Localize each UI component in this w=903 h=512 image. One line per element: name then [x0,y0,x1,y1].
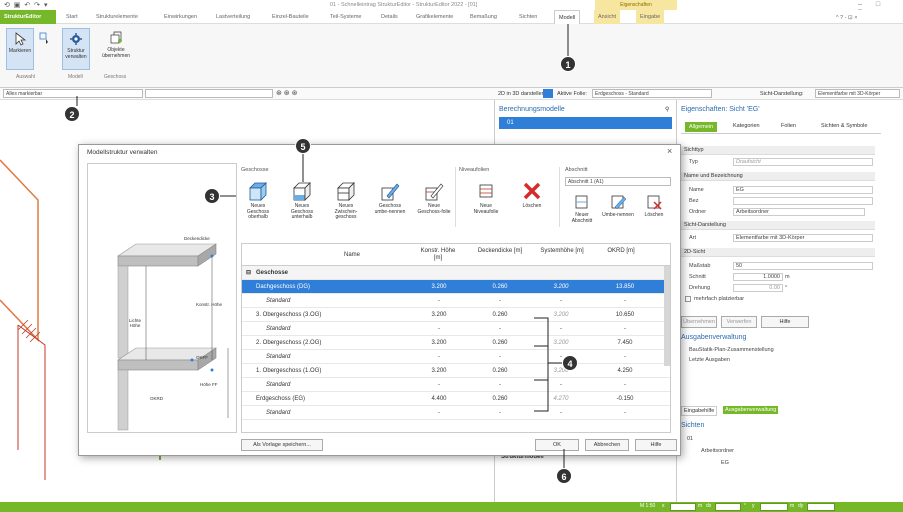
callout-lines [76,24,569,468]
callout-3: 3 [204,188,220,204]
callout-6: 6 [556,468,572,484]
callout-1: 1 [560,56,576,72]
callout-5: 5 [295,138,311,154]
callout-2: 2 [64,106,80,122]
callout-4: 4 [562,355,578,371]
